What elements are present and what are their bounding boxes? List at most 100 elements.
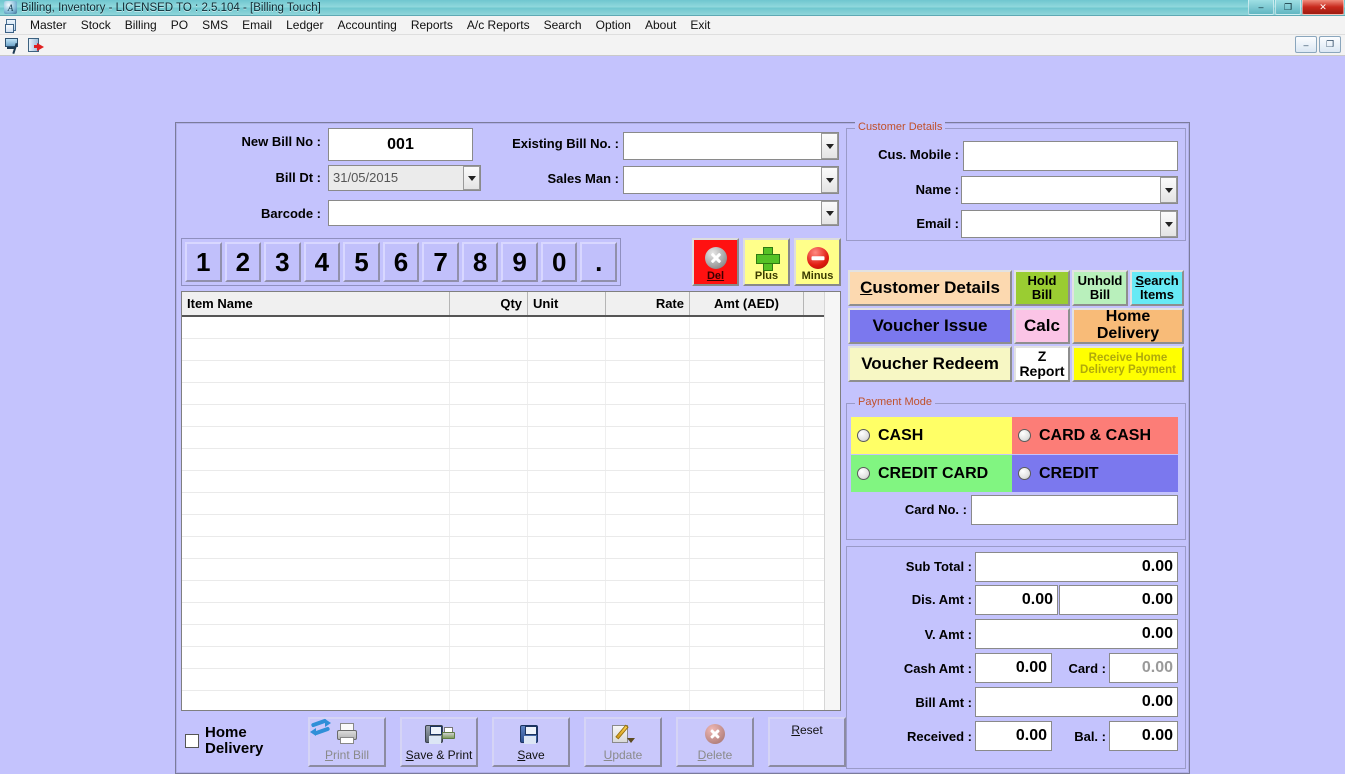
column-amt[interactable]: Amt (AED) — [690, 292, 804, 315]
table-cell[interactable] — [450, 559, 528, 580]
table-cell[interactable] — [690, 427, 804, 448]
table-cell[interactable] — [690, 647, 804, 668]
table-cell[interactable] — [606, 493, 690, 514]
table-cell[interactable] — [182, 427, 450, 448]
table-row[interactable] — [182, 317, 840, 339]
bill-date-picker[interactable]: 31/05/2015 — [328, 165, 481, 191]
table-cell[interactable] — [182, 405, 450, 426]
key-0[interactable]: 0 — [540, 242, 578, 282]
table-cell[interactable] — [690, 515, 804, 536]
table-row[interactable] — [182, 625, 840, 647]
table-cell[interactable] — [804, 691, 826, 710]
table-cell[interactable] — [182, 691, 450, 710]
table-row[interactable] — [182, 405, 840, 427]
table-cell[interactable] — [450, 669, 528, 690]
calculator-icon[interactable] — [4, 37, 22, 54]
table-cell[interactable] — [182, 537, 450, 558]
table-cell[interactable] — [804, 339, 826, 360]
key-1[interactable]: 1 — [185, 242, 222, 282]
table-cell[interactable] — [182, 647, 450, 668]
table-cell[interactable] — [804, 493, 826, 514]
barcode-input[interactable] — [328, 200, 839, 226]
table-cell[interactable] — [450, 471, 528, 492]
new-bill-no-input[interactable]: 001 — [328, 128, 473, 161]
table-row[interactable] — [182, 383, 840, 405]
hold-bill-button[interactable]: Hold Bill — [1014, 270, 1070, 306]
card-no-input[interactable] — [971, 495, 1178, 525]
radio-credit[interactable] — [1018, 467, 1031, 480]
table-cell[interactable] — [690, 405, 804, 426]
column-unit[interactable]: Unit — [528, 292, 606, 315]
column-item-name[interactable]: Item Name — [182, 292, 450, 315]
table-cell[interactable] — [450, 493, 528, 514]
items-grid-body[interactable] — [182, 317, 840, 710]
customer-name-combo[interactable] — [961, 176, 1178, 204]
bill-amt-value[interactable]: 0.00 — [975, 687, 1178, 717]
table-cell[interactable] — [606, 559, 690, 580]
table-cell[interactable] — [528, 691, 606, 710]
table-row[interactable] — [182, 581, 840, 603]
sales-man-dropdown-icon[interactable] — [821, 167, 838, 193]
table-cell[interactable] — [450, 317, 528, 338]
table-row[interactable] — [182, 559, 840, 581]
table-cell[interactable] — [690, 449, 804, 470]
table-cell[interactable] — [606, 449, 690, 470]
dis-amt-input[interactable]: 0.00 — [975, 585, 1058, 615]
table-cell[interactable] — [606, 669, 690, 690]
table-cell[interactable] — [804, 471, 826, 492]
table-cell[interactable] — [528, 405, 606, 426]
update-button[interactable]: Update — [584, 717, 662, 767]
table-cell[interactable] — [450, 647, 528, 668]
home-delivery-checkbox-box[interactable] — [185, 733, 199, 748]
table-cell[interactable] — [690, 493, 804, 514]
sales-man-combo[interactable] — [623, 166, 839, 194]
table-row[interactable] — [182, 691, 840, 710]
table-cell[interactable] — [606, 383, 690, 404]
table-cell[interactable] — [528, 647, 606, 668]
menu-item-billing[interactable]: Billing — [118, 16, 164, 34]
table-cell[interactable] — [450, 361, 528, 382]
table-cell[interactable] — [606, 317, 690, 338]
table-cell[interactable] — [182, 515, 450, 536]
existing-bill-no-dropdown-icon[interactable] — [821, 133, 838, 159]
table-row[interactable] — [182, 537, 840, 559]
plus-button[interactable]: Plus — [743, 238, 790, 286]
menu-item-reports[interactable]: Reports — [404, 16, 460, 34]
unhold-bill-button[interactable]: Unhold Bill — [1072, 270, 1128, 306]
table-cell[interactable] — [690, 383, 804, 404]
key-6[interactable]: 6 — [382, 242, 420, 282]
menu-item-email[interactable]: Email — [235, 16, 279, 34]
key-5[interactable]: 5 — [343, 242, 380, 282]
table-cell[interactable] — [606, 603, 690, 624]
table-cell[interactable] — [804, 449, 826, 470]
table-cell[interactable] — [450, 515, 528, 536]
balance-value[interactable]: 0.00 — [1109, 721, 1178, 751]
table-cell[interactable] — [528, 427, 606, 448]
menu-item-accounting[interactable]: Accounting — [330, 16, 403, 34]
exit-icon[interactable] — [28, 37, 46, 54]
table-row[interactable] — [182, 361, 840, 383]
table-cell[interactable] — [606, 427, 690, 448]
key-3[interactable]: 3 — [264, 242, 301, 282]
menu-item-ledger[interactable]: Ledger — [279, 16, 330, 34]
customer-email-dropdown-icon[interactable] — [1160, 211, 1177, 237]
menu-item-sms[interactable]: SMS — [195, 16, 235, 34]
radio-card-and-cash[interactable] — [1018, 429, 1031, 442]
table-cell[interactable] — [606, 647, 690, 668]
table-cell[interactable] — [450, 405, 528, 426]
table-cell[interactable] — [528, 669, 606, 690]
table-cell[interactable] — [450, 537, 528, 558]
received-input[interactable]: 0.00 — [975, 721, 1052, 751]
table-row[interactable] — [182, 493, 840, 515]
table-cell[interactable] — [182, 449, 450, 470]
table-cell[interactable] — [528, 537, 606, 558]
table-cell[interactable] — [528, 603, 606, 624]
window-minimize-button[interactable]: – — [1248, 0, 1274, 15]
customer-name-input[interactable] — [961, 176, 1178, 204]
items-grid-scrollbar[interactable] — [824, 292, 840, 710]
table-cell[interactable] — [528, 471, 606, 492]
cash-amt-input[interactable]: 0.00 — [975, 653, 1052, 683]
menu-item-about[interactable]: About — [638, 16, 683, 34]
table-cell[interactable] — [450, 427, 528, 448]
existing-bill-no-combo[interactable] — [623, 132, 839, 160]
